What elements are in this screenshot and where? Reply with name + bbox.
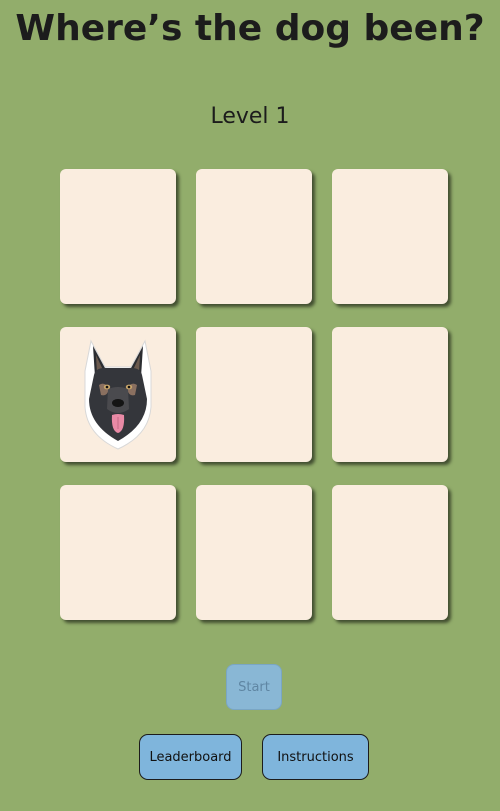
- card-r3-c3[interactable]: [332, 485, 448, 620]
- start-button[interactable]: Start: [226, 664, 282, 710]
- card-r2-c3[interactable]: [332, 327, 448, 462]
- card-r3-c2[interactable]: [196, 485, 312, 620]
- game-title: Where’s the dog been?: [15, 8, 485, 49]
- card-r3-c1[interactable]: [60, 485, 176, 620]
- card-r1-c1[interactable]: [60, 169, 176, 304]
- card-grid: [60, 169, 452, 620]
- level-label: Level 1: [210, 104, 290, 129]
- card-r2-c2[interactable]: [196, 327, 312, 462]
- dog-icon: [84, 339, 152, 450]
- instructions-button[interactable]: Instructions: [262, 734, 369, 780]
- card-r1-c3[interactable]: [332, 169, 448, 304]
- card-r1-c2[interactable]: [196, 169, 312, 304]
- card-r2-c1[interactable]: [60, 327, 176, 462]
- leaderboard-button[interactable]: Leaderboard: [139, 734, 242, 780]
